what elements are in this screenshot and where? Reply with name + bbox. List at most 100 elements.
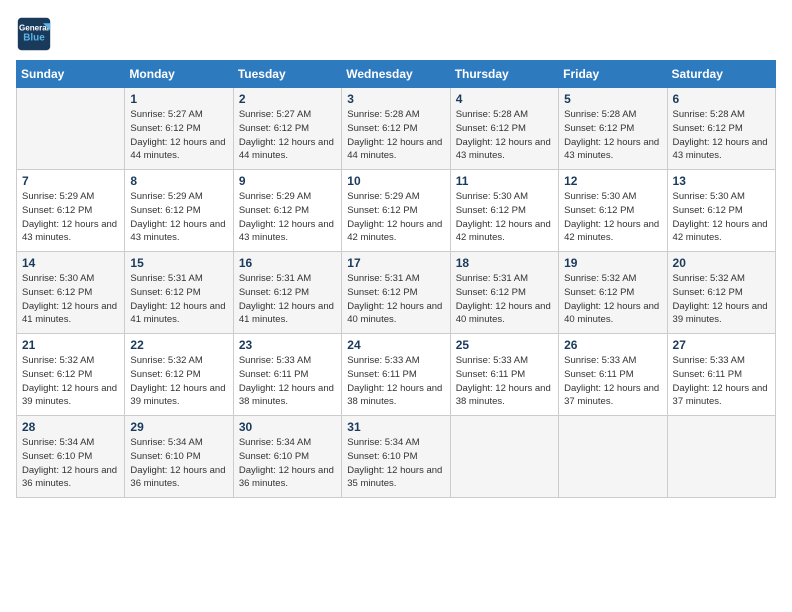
day-cell: 8 Sunrise: 5:29 AMSunset: 6:12 PMDaylight… <box>125 170 233 252</box>
day-number: 21 <box>22 338 119 352</box>
day-info: Sunrise: 5:34 AMSunset: 6:10 PMDaylight:… <box>347 436 444 491</box>
day-number: 28 <box>22 420 119 434</box>
day-cell: 9Sunrise: 5:29 AMSunset: 6:12 PMDaylight… <box>233 170 341 252</box>
day-cell: 7 Sunrise: 5:29 AMSunset: 6:12 PMDaylight… <box>17 170 125 252</box>
logo: General Blue <box>16 16 52 52</box>
day-cell: 18Sunrise: 5:31 AMSunset: 6:12 PMDayligh… <box>450 252 558 334</box>
week-row-5: 28 Sunrise: 5:34 AMSunset: 6:10 PMDayligh… <box>17 416 776 498</box>
day-cell: 24 Sunrise: 5:33 AMSunset: 6:11 PMDayligh… <box>342 334 450 416</box>
week-row-2: 7 Sunrise: 5:29 AMSunset: 6:12 PMDaylight… <box>17 170 776 252</box>
day-number: 9 <box>239 174 336 188</box>
header-cell-saturday: Saturday <box>667 61 775 88</box>
day-info: Sunrise: 5:29 AMSunset: 6:12 PMDaylight:… <box>130 190 227 245</box>
svg-text:Blue: Blue <box>23 32 45 43</box>
day-info: Sunrise: 5:32 AMSunset: 6:12 PMDaylight:… <box>564 272 661 327</box>
day-cell: 11 Sunrise: 5:30 AMSunset: 6:12 PMDayligh… <box>450 170 558 252</box>
header-cell-friday: Friday <box>559 61 667 88</box>
day-cell <box>667 416 775 498</box>
day-info: Sunrise: 5:28 AMSunset: 6:12 PMDaylight:… <box>456 108 553 163</box>
day-number: 27 <box>673 338 770 352</box>
day-info: Sunrise: 5:33 AMSunset: 6:11 PMDaylight:… <box>347 354 444 409</box>
header-cell-sunday: Sunday <box>17 61 125 88</box>
day-number: 14 <box>22 256 119 270</box>
day-cell: 30 Sunrise: 5:34 AMSunset: 6:10 PMDayligh… <box>233 416 341 498</box>
day-info: Sunrise: 5:32 AMSunset: 6:12 PMDaylight:… <box>673 272 770 327</box>
day-info: Sunrise: 5:34 AMSunset: 6:10 PMDaylight:… <box>130 436 227 491</box>
day-cell: 28Sunrise: 5:34 AMSunset: 6:10 PMDayligh… <box>17 416 125 498</box>
day-cell: 3Sunrise: 5:28 AMSunset: 6:12 PMDaylight… <box>342 88 450 170</box>
day-number: 7 <box>22 174 119 188</box>
day-cell <box>17 88 125 170</box>
day-cell: 14 Sunrise: 5:30 AMSunset: 6:12 PMDayligh… <box>17 252 125 334</box>
day-cell <box>450 416 558 498</box>
logo-icon: General Blue <box>16 16 52 52</box>
day-number: 12 <box>564 174 661 188</box>
day-info: Sunrise: 5:29 AMSunset: 6:12 PMDaylight:… <box>22 190 119 245</box>
day-info: Sunrise: 5:30 AMSunset: 6:12 PMDaylight:… <box>456 190 553 245</box>
svg-text:General: General <box>19 23 49 32</box>
day-info: Sunrise: 5:31 AMSunset: 6:12 PMDaylight:… <box>130 272 227 327</box>
week-row-3: 14 Sunrise: 5:30 AMSunset: 6:12 PMDayligh… <box>17 252 776 334</box>
day-info: Sunrise: 5:28 AMSunset: 6:12 PMDaylight:… <box>347 108 444 163</box>
day-cell: 15 Sunrise: 5:31 AMSunset: 6:12 PMDayligh… <box>125 252 233 334</box>
day-info: Sunrise: 5:31 AMSunset: 6:12 PMDaylight:… <box>239 272 336 327</box>
day-cell <box>559 416 667 498</box>
calendar-table: SundayMondayTuesdayWednesdayThursdayFrid… <box>16 60 776 498</box>
day-number: 13 <box>673 174 770 188</box>
day-info: Sunrise: 5:31 AMSunset: 6:12 PMDaylight:… <box>456 272 553 327</box>
day-cell: 12Sunrise: 5:30 AMSunset: 6:12 PMDayligh… <box>559 170 667 252</box>
day-number: 31 <box>347 420 444 434</box>
day-number: 11 <box>456 174 553 188</box>
day-cell: 16 Sunrise: 5:31 AMSunset: 6:12 PMDayligh… <box>233 252 341 334</box>
day-info: Sunrise: 5:31 AMSunset: 6:12 PMDaylight:… <box>347 272 444 327</box>
day-info: Sunrise: 5:33 AMSunset: 6:11 PMDaylight:… <box>239 354 336 409</box>
day-cell: 22Sunrise: 5:32 AMSunset: 6:12 PMDayligh… <box>125 334 233 416</box>
day-cell: 27 Sunrise: 5:33 AMSunset: 6:11 PMDayligh… <box>667 334 775 416</box>
day-cell: 31 Sunrise: 5:34 AMSunset: 6:10 PMDayligh… <box>342 416 450 498</box>
day-info: Sunrise: 5:27 AMSunset: 6:12 PMDaylight:… <box>239 108 336 163</box>
day-cell: 23 Sunrise: 5:33 AMSunset: 6:11 PMDayligh… <box>233 334 341 416</box>
day-number: 24 <box>347 338 444 352</box>
day-cell: 1 Sunrise: 5:27 AMSunset: 6:12 PMDaylight… <box>125 88 233 170</box>
day-number: 26 <box>564 338 661 352</box>
week-row-1: 1 Sunrise: 5:27 AMSunset: 6:12 PMDaylight… <box>17 88 776 170</box>
day-number: 2 <box>239 92 336 106</box>
day-number: 15 <box>130 256 227 270</box>
header-cell-thursday: Thursday <box>450 61 558 88</box>
day-cell: 17 Sunrise: 5:31 AMSunset: 6:12 PMDayligh… <box>342 252 450 334</box>
day-info: Sunrise: 5:30 AMSunset: 6:12 PMDaylight:… <box>673 190 770 245</box>
day-number: 29 <box>130 420 227 434</box>
day-number: 19 <box>564 256 661 270</box>
day-info: Sunrise: 5:30 AMSunset: 6:12 PMDaylight:… <box>22 272 119 327</box>
day-number: 17 <box>347 256 444 270</box>
day-info: Sunrise: 5:32 AMSunset: 6:12 PMDaylight:… <box>22 354 119 409</box>
day-cell: 29 Sunrise: 5:34 AMSunset: 6:10 PMDayligh… <box>125 416 233 498</box>
day-info: Sunrise: 5:28 AMSunset: 6:12 PMDaylight:… <box>564 108 661 163</box>
day-cell: 19 Sunrise: 5:32 AMSunset: 6:12 PMDayligh… <box>559 252 667 334</box>
day-number: 25 <box>456 338 553 352</box>
day-cell: 21 Sunrise: 5:32 AMSunset: 6:12 PMDayligh… <box>17 334 125 416</box>
day-number: 22 <box>130 338 227 352</box>
day-number: 30 <box>239 420 336 434</box>
day-cell: 4 Sunrise: 5:28 AMSunset: 6:12 PMDaylight… <box>450 88 558 170</box>
day-info: Sunrise: 5:34 AMSunset: 6:10 PMDaylight:… <box>239 436 336 491</box>
day-number: 10 <box>347 174 444 188</box>
day-info: Sunrise: 5:27 AMSunset: 6:12 PMDaylight:… <box>130 108 227 163</box>
day-number: 1 <box>130 92 227 106</box>
day-cell: 2 Sunrise: 5:27 AMSunset: 6:12 PMDaylight… <box>233 88 341 170</box>
header-row: SundayMondayTuesdayWednesdayThursdayFrid… <box>17 61 776 88</box>
week-row-4: 21 Sunrise: 5:32 AMSunset: 6:12 PMDayligh… <box>17 334 776 416</box>
day-number: 6 <box>673 92 770 106</box>
header-cell-wednesday: Wednesday <box>342 61 450 88</box>
day-number: 4 <box>456 92 553 106</box>
page-header: General Blue <box>16 16 776 52</box>
day-cell: 25Sunrise: 5:33 AMSunset: 6:11 PMDayligh… <box>450 334 558 416</box>
day-cell: 26 Sunrise: 5:33 AMSunset: 6:11 PMDayligh… <box>559 334 667 416</box>
day-number: 16 <box>239 256 336 270</box>
day-cell: 6Sunrise: 5:28 AMSunset: 6:12 PMDaylight… <box>667 88 775 170</box>
day-number: 23 <box>239 338 336 352</box>
day-info: Sunrise: 5:33 AMSunset: 6:11 PMDaylight:… <box>673 354 770 409</box>
day-info: Sunrise: 5:33 AMSunset: 6:11 PMDaylight:… <box>564 354 661 409</box>
day-number: 8 <box>130 174 227 188</box>
day-cell: 13 Sunrise: 5:30 AMSunset: 6:12 PMDayligh… <box>667 170 775 252</box>
